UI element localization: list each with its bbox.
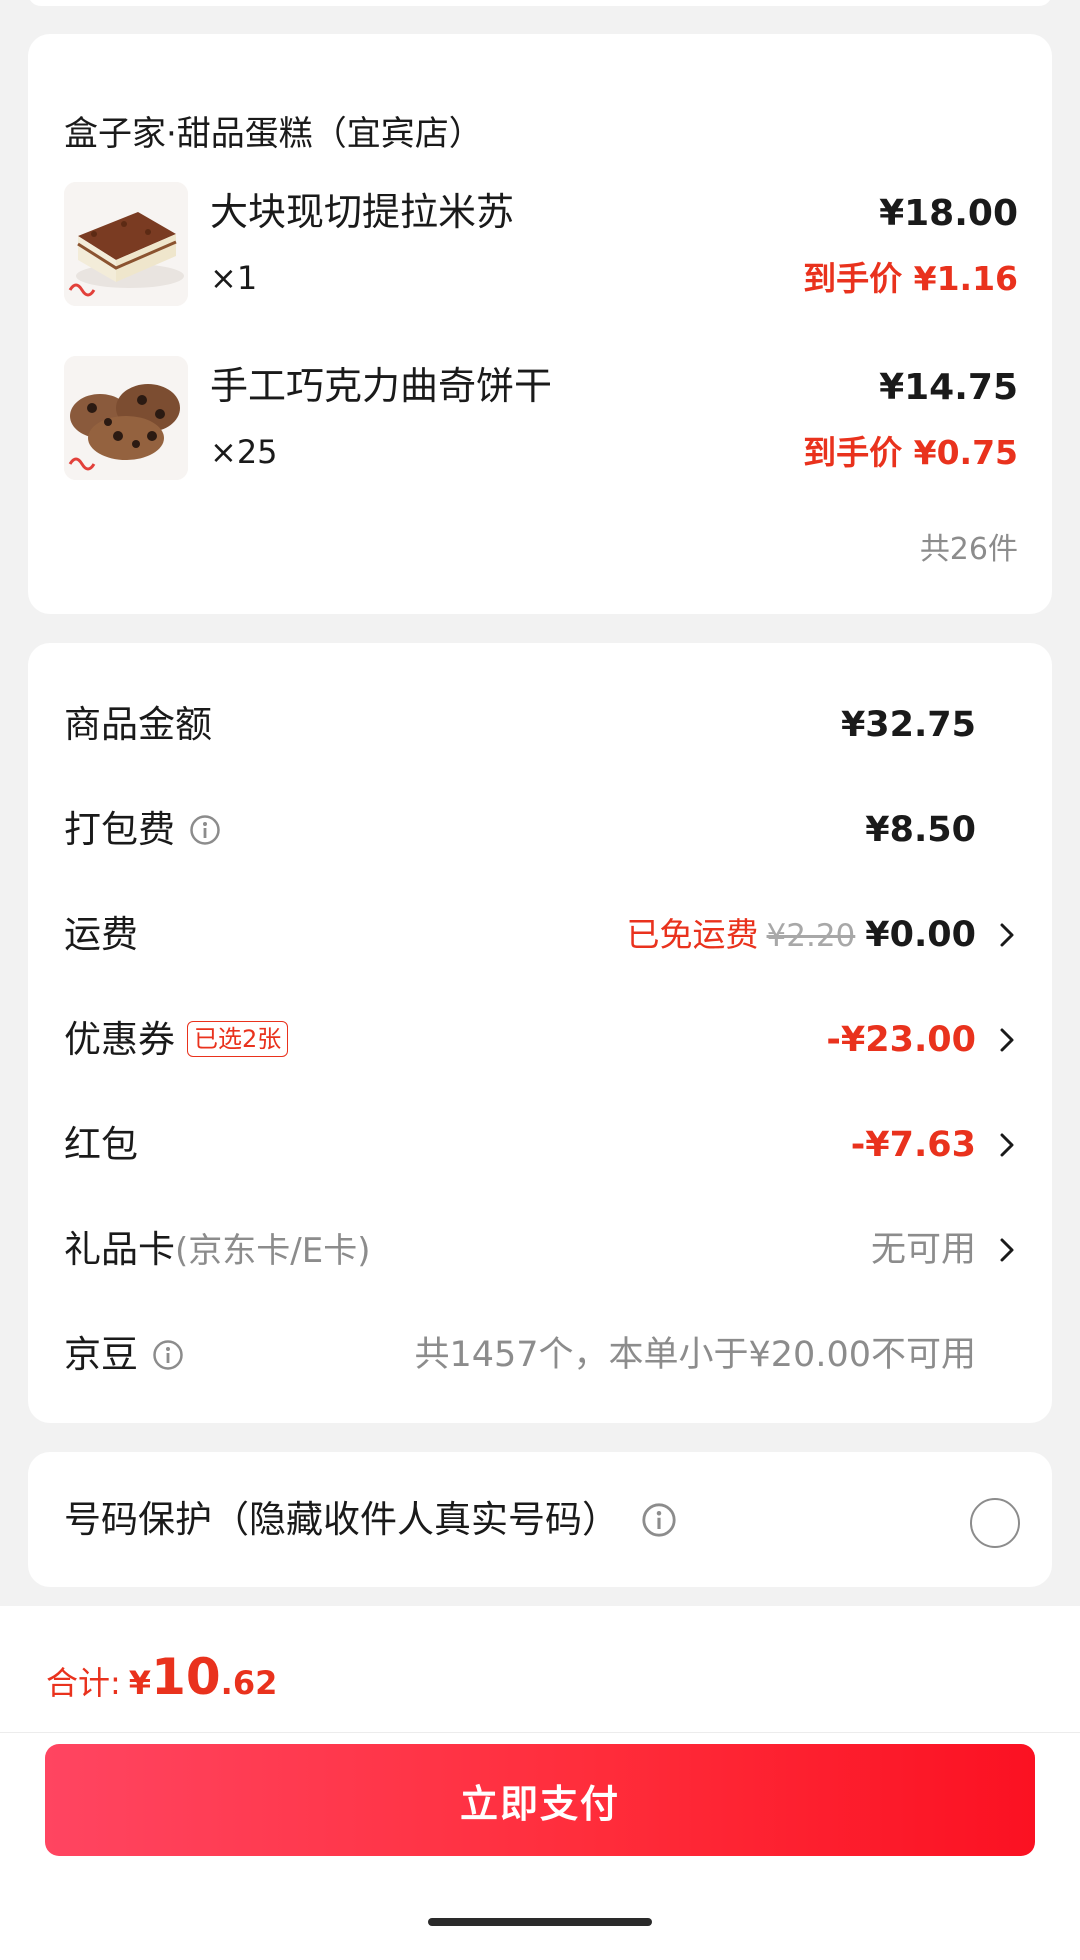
gift-card-row[interactable]: 礼品卡(京东卡/E卡) 无可用 (64, 1220, 1018, 1280)
pay-now-button[interactable]: 立即支付 (45, 1744, 1035, 1856)
jd-beans-value: 共1457个，本单小于¥20.00不可用 (414, 1335, 976, 1375)
checkout-bar: 合计: ¥10.62 立即支付 (0, 1606, 1080, 1960)
total-currency: ¥ (128, 1664, 152, 1702)
final-price-value: ¥1.16 (913, 259, 1018, 298)
packing-fee-value: ¥8.50 (865, 810, 976, 850)
gift-card-value: 无可用 (870, 1230, 976, 1270)
gift-card-label-wrap: 礼品卡(京东卡/E卡) (64, 1228, 370, 1273)
tiramisu-image (64, 182, 188, 306)
number-protection-label-wrap: 号码保护（隐藏收件人真实号码） (64, 1498, 677, 1542)
fee-card: 商品金额 ¥32.75 打包费 ¥8.50 运费 已免运费 ¥2.20 ¥0.00 … (28, 643, 1052, 1423)
coupon-selected-badge: 已选2张 (187, 1020, 289, 1057)
total-label: 合计: (46, 1664, 121, 1702)
red-packet-label: 红包 (64, 1123, 138, 1166)
final-price-label: 到手价 (803, 259, 903, 298)
shipping-value-wrap: 已免运费 ¥2.20 ¥0.00 (627, 915, 976, 956)
gift-card-label: 礼品卡 (64, 1228, 175, 1271)
shipping-value: ¥0.00 (865, 915, 976, 955)
chevron-right-icon (1000, 1238, 1014, 1262)
red-packet-value: -¥7.63 (850, 1125, 976, 1165)
packing-fee-row: 打包费 ¥8.50 (64, 800, 1018, 860)
previous-card-edge (28, 0, 1052, 6)
number-protection-label: 号码保护（隐藏收件人真实号码） (64, 1498, 619, 1541)
item-name: 大块现切提拉米苏 (210, 190, 515, 234)
coupon-label: 优惠券 (64, 1018, 175, 1061)
packing-fee-label-wrap: 打包费 (64, 808, 221, 852)
gift-card-sublabel: (京东卡/E卡) (175, 1231, 371, 1271)
total-integer: 10 (151, 1648, 221, 1706)
shipping-row[interactable]: 运费 已免运费 ¥2.20 ¥0.00 (64, 905, 1018, 965)
shop-name: 盒子家·甜品蛋糕（宜宾店） (64, 114, 483, 154)
item-price: ¥14.75 (879, 367, 1018, 408)
coupon-label-wrap: 优惠券 已选2张 (64, 1018, 289, 1062)
home-indicator (428, 1918, 652, 1926)
number-protection-radio[interactable] (970, 1498, 1020, 1548)
goods-amount-value: ¥32.75 (840, 705, 976, 745)
free-shipping-tag: 已免运费 (626, 915, 759, 954)
info-icon[interactable] (641, 1502, 677, 1538)
item-quantity: ×25 (210, 433, 278, 471)
final-price-value: ¥0.75 (913, 433, 1018, 472)
goods-amount-label: 商品金额 (64, 703, 212, 746)
item-quantity: ×1 (210, 259, 258, 297)
chevron-right-icon (1000, 1028, 1014, 1052)
red-packet-row[interactable]: 红包 -¥7.63 (64, 1115, 1018, 1175)
info-icon[interactable] (152, 1339, 184, 1371)
order-item[interactable]: 大块现切提拉米苏 ×1 ¥18.00 到手价 ¥1.16 (64, 182, 1018, 308)
original-shipping-price: ¥2.20 (766, 918, 856, 954)
chevron-right-icon (1000, 923, 1014, 947)
order-item[interactable]: 手工巧克力曲奇饼干 ×25 ¥14.75 到手价 ¥0.75 (64, 356, 1018, 482)
item-final-price: 到手价 ¥1.16 (803, 260, 1018, 298)
jd-beans-label: 京豆 (64, 1333, 138, 1376)
jd-beans-row: 京豆 共1457个，本单小于¥20.00不可用 (64, 1325, 1018, 1385)
item-price: ¥18.00 (879, 193, 1018, 234)
order-total: 合计: ¥10.62 (46, 1648, 277, 1706)
chevron-right-icon (1000, 1133, 1014, 1157)
final-price-label: 到手价 (803, 433, 903, 472)
cookie-image (64, 356, 188, 480)
goods-amount-row: 商品金额 ¥32.75 (64, 695, 1018, 755)
shipping-label: 运费 (64, 913, 138, 956)
number-protection-card: 号码保护（隐藏收件人真实号码） (28, 1452, 1052, 1587)
jd-beans-label-wrap: 京豆 (64, 1333, 184, 1377)
info-icon[interactable] (189, 814, 221, 846)
divider (0, 1732, 1080, 1733)
packing-fee-label: 打包费 (64, 808, 175, 851)
total-decimal: .62 (220, 1664, 278, 1702)
item-name: 手工巧克力曲奇饼干 (210, 364, 553, 408)
item-final-price: 到手价 ¥0.75 (803, 434, 1018, 472)
coupon-row[interactable]: 优惠券 已选2张 -¥23.00 (64, 1010, 1018, 1070)
shop-card: 盒子家·甜品蛋糕（宜宾店） 大块现切提拉米苏 ×1 ¥18.00 到手价 ¥1.… (28, 34, 1052, 614)
coupon-value: -¥23.00 (826, 1020, 976, 1060)
item-total-count: 共26件 (919, 532, 1018, 567)
